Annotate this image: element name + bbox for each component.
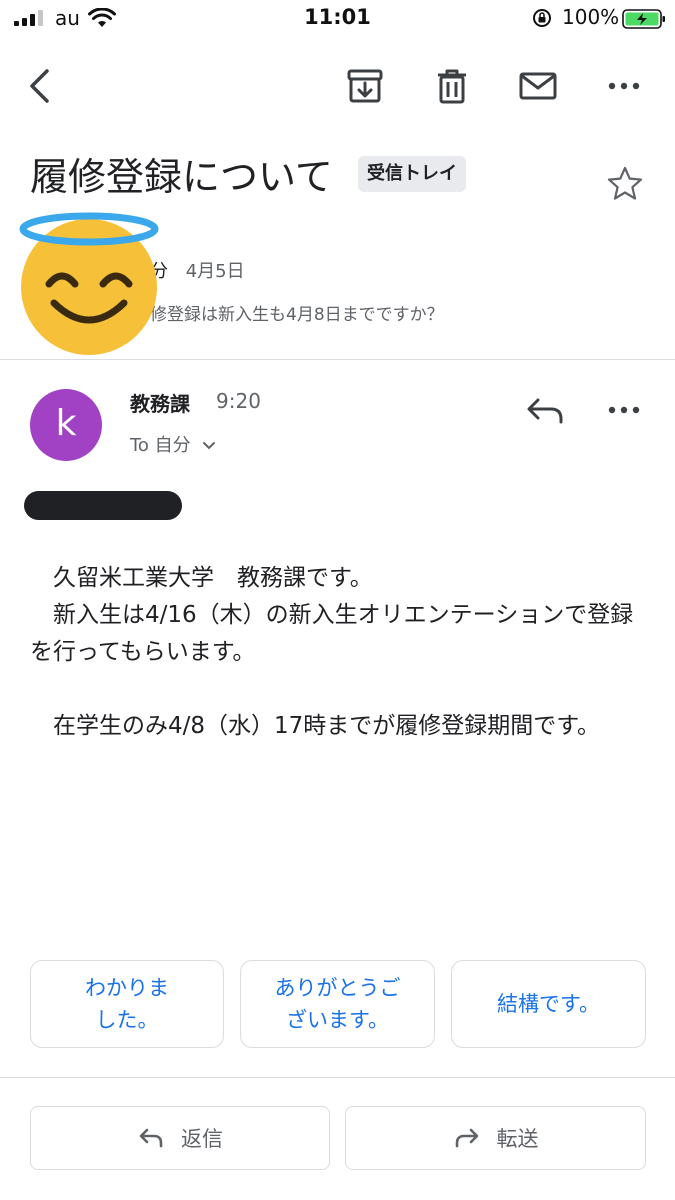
reply-arrow-icon: [139, 1128, 163, 1148]
sender-avatar[interactable]: k: [30, 389, 102, 461]
forward-button-label: 転送: [496, 1127, 539, 1151]
more-icon[interactable]: [604, 66, 644, 106]
collapsed-date: 4月5日: [185, 261, 245, 282]
body-paragraph: 在学生のみ4/8（水）17時までが履修登録期間です。: [30, 713, 600, 739]
chevron-down-icon: [203, 442, 216, 450]
message-body: 久留米工業大学 教務課です。 新入生は4/16（木）の新入生オリエンテーションで…: [30, 560, 650, 745]
orientation-lock-icon: [533, 9, 551, 27]
message-more-icon[interactable]: [603, 392, 645, 428]
trash-icon[interactable]: [432, 66, 472, 106]
divider: [0, 359, 675, 360]
smart-reply-chip[interactable]: ありがとうご ざいます。: [240, 960, 435, 1048]
status-bar: au 11:01 100%: [0, 0, 675, 40]
halo-smile-emoji-icon: [19, 212, 159, 355]
smart-reply-chip[interactable]: 結構です。: [451, 960, 646, 1048]
battery-icon: [622, 9, 665, 29]
recipient-details-toggle[interactable]: To 自分: [130, 431, 216, 457]
recipient-text: To 自分: [130, 435, 191, 456]
reply-button[interactable]: 返信: [30, 1106, 330, 1170]
sender-name: 教務課: [130, 392, 190, 416]
archive-icon[interactable]: [345, 66, 385, 106]
back-arrow-icon[interactable]: [25, 65, 55, 107]
divider: [0, 1077, 675, 1078]
reply-icon[interactable]: [524, 392, 566, 428]
message-time: 9:20: [216, 389, 261, 413]
forward-arrow-icon: [455, 1128, 478, 1148]
mail-icon[interactable]: [518, 66, 558, 106]
collapsed-message-header[interactable]: 分 4月5日: [150, 257, 245, 283]
body-paragraph: 久留米工業大学 教務課です。 新入生は4/16（木）の新入生オリエンテーションで…: [30, 565, 634, 665]
smart-reply-chip[interactable]: わかりま した。: [30, 960, 224, 1048]
inbox-label[interactable]: 受信トレイ: [358, 156, 466, 192]
collapsed-snippet: 修登録は新入生も4月8日までですか？: [150, 305, 444, 325]
battery-percent: 100%: [562, 5, 620, 29]
forward-button[interactable]: 転送: [345, 1106, 646, 1170]
email-subject: 履修登録について: [30, 155, 333, 199]
redacted-text: [24, 491, 182, 520]
star-icon[interactable]: [605, 164, 645, 204]
reply-button-label: 返信: [181, 1127, 223, 1151]
